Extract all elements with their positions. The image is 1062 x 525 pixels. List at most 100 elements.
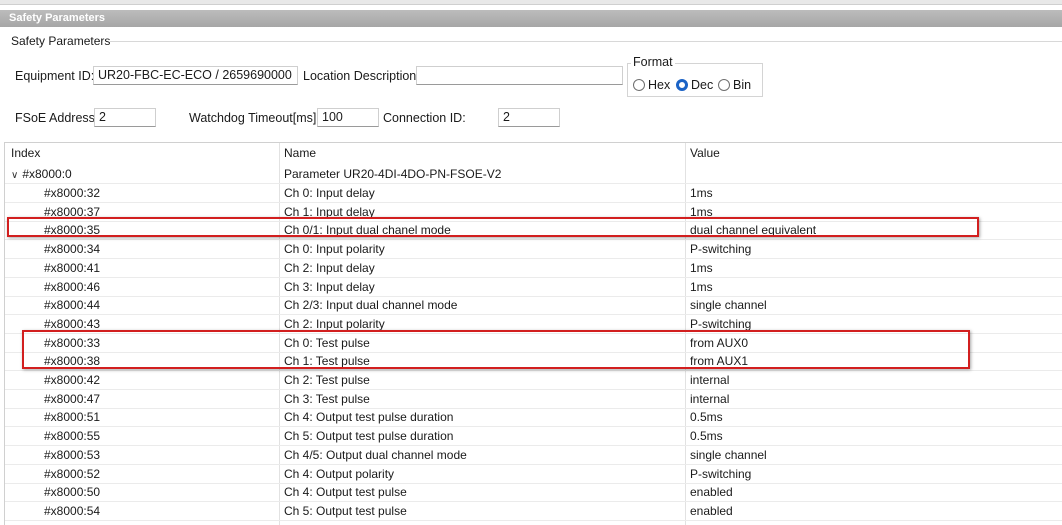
name-cell: Ch 3: Input delay [284, 279, 375, 294]
index-cell: #x8000:44 [44, 298, 101, 313]
value-cell: from AUX0 [690, 335, 749, 350]
value-cell: dual channel equivalent [690, 223, 817, 238]
location-description-label: Location Description: [303, 69, 420, 83]
table-row[interactable]: #x8000:51 Ch 4: Output test pulse duratio… [5, 408, 1062, 428]
index-cell: #x8000:34 [44, 242, 101, 257]
radio-selected-icon [676, 79, 688, 91]
parent-name-cell: Parameter UR20-4DI-4DO-PN-FSOE-V2 [284, 167, 502, 181]
name-cell: Ch 2: Input polarity [284, 316, 385, 331]
section-titlebar: Safety Parameters [0, 10, 1062, 27]
format-hex-radio[interactable]: Hex [633, 78, 670, 92]
name-cell: Ch 3: Test pulse [284, 391, 370, 406]
fsoe-address-label: FSoE Address: [15, 111, 99, 125]
value-cell: P-switching [690, 242, 752, 257]
index-cell: #x8000:42 [44, 373, 101, 387]
chevron-down-icon[interactable]: ∨ [11, 170, 18, 181]
index-cell: #x8000:41 [44, 260, 101, 275]
index-cell: #x8000:32 [44, 186, 101, 200]
table-row[interactable]: #x8000:35 Ch 0/1: Input dual chanel mode d… [5, 221, 1062, 241]
name-cell: Ch 1: Input delay [284, 204, 375, 219]
table-row[interactable]: #x8000:52 Ch 4: Output polarity P-switchin… [5, 465, 1062, 484]
name-cell: Ch 4: Output test pulse [284, 485, 407, 500]
value-cell: 1ms [690, 260, 713, 275]
format-dec-radio[interactable]: Dec [676, 78, 713, 92]
parent-index-cell: ∨ #x8000:0 [11, 165, 72, 185]
name-cell: Ch 5: Output test pulse duration [284, 429, 454, 444]
table-row[interactable]: #x8000:44 Ch 2/3: Input dual channel mode… [5, 296, 1062, 316]
format-hex-label: Hex [648, 78, 671, 92]
table-row-parent[interactable]: ∨ #x8000:0 Parameter UR20-4DI-4DO-PN-FSOE… [5, 165, 1062, 184]
table-row[interactable]: #x8000:54 Ch 5: Output test pulse enabled [5, 502, 1062, 521]
value-cell: single channel [690, 447, 767, 462]
header-value[interactable]: Value [690, 146, 720, 160]
index-cell: #x8000:47 [44, 391, 101, 406]
safety-parameters-panel: Safety Parameters Equipment ID: UR20-FBC… [0, 27, 1062, 525]
table-row[interactable]: #x8000:47 Ch 3: Test pulse internal [5, 390, 1062, 409]
table-row[interactable]: #x8000:46 Ch 3: Input delay 1ms [5, 278, 1062, 297]
header-name[interactable]: Name [284, 146, 316, 160]
index-cell: #x8000:46 [44, 279, 101, 294]
format-dec-label: Dec [691, 78, 714, 92]
watchdog-timeout-field[interactable]: 100 [317, 108, 379, 127]
index-cell: #x8000:33 [44, 335, 101, 350]
value-cell: 1ms [690, 279, 713, 294]
table-row[interactable]: #x8000:53 Ch 4/5: Output dual channel mod… [5, 446, 1062, 465]
table-header: Index Name Value [5, 143, 1062, 167]
index-cell: #x8000:55 [44, 429, 101, 444]
fsoe-address-field[interactable]: 2 [94, 108, 156, 127]
format-bin-label: Bin [733, 78, 752, 92]
window-top-border [0, 0, 1062, 5]
name-cell: Ch 0: Input polarity [284, 242, 385, 257]
value-cell: P-switching [690, 316, 752, 331]
value-cell: enabled [690, 503, 733, 518]
table-row[interactable]: #x8000:43 Ch 2: Input polarity P-switching [5, 315, 1062, 334]
name-cell: Ch 2: Test pulse [284, 373, 370, 387]
index-cell: #x8000:50 [44, 485, 101, 500]
name-cell: Ch 4: Output polarity [284, 466, 395, 481]
name-cell: Ch 0: Input delay [284, 186, 375, 200]
group-label: Safety Parameters [11, 34, 111, 48]
header-index[interactable]: Index [11, 146, 40, 160]
name-cell: Ch 0/1: Input dual chanel mode [284, 223, 451, 238]
name-cell: Ch 0: Test pulse [284, 335, 370, 350]
table-row[interactable]: #x8000:32 Ch 0: Input delay 1ms [5, 184, 1062, 203]
table-row[interactable]: #x8000:41 Ch 2: Input delay 1ms [5, 259, 1062, 278]
location-description-field[interactable] [416, 66, 623, 85]
index-cell: #x8000:37 [44, 204, 101, 219]
name-cell: Ch 2/3: Input dual channel mode [284, 298, 458, 313]
radio-unselected-icon [633, 79, 645, 91]
table-row[interactable]: #x8000:33 Ch 0: Test pulse from AUX0 [5, 334, 1062, 353]
table-row[interactable]: #x8000:38 Ch 1: Test pulse from AUX1 [5, 352, 1062, 372]
radio-unselected-icon [718, 79, 730, 91]
value-cell: 0.5ms [690, 429, 723, 444]
index-cell: #x8000:35 [44, 223, 101, 238]
name-cell: Ch 2: Input delay [284, 260, 375, 275]
connection-id-field[interactable]: 2 [498, 108, 560, 127]
value-cell: internal [690, 391, 730, 406]
table-row[interactable]: #x8000:34 Ch 0: Input polarity P-switching [5, 240, 1062, 260]
name-cell: Ch 4/5: Output dual channel mode [284, 447, 467, 462]
name-cell: Ch 5: Output test pulse [284, 503, 407, 518]
value-cell: single channel [690, 298, 767, 313]
value-cell: internal [690, 373, 730, 387]
index-cell: #x8000:38 [44, 354, 101, 369]
parent-index-text: #x8000:0 [22, 167, 72, 181]
table-row[interactable]: #x8000:42 Ch 2: Test pulse internal [5, 371, 1062, 390]
format-bin-radio[interactable]: Bin [718, 78, 751, 92]
name-cell: Ch 4: Output test pulse duration [284, 410, 454, 425]
value-cell: 1ms [690, 204, 713, 219]
connection-id-label: Connection ID: [383, 111, 466, 125]
index-cell: #x8000:52 [44, 466, 101, 481]
index-cell: #x8000:53 [44, 447, 101, 462]
index-cell: #x8000:51 [44, 410, 101, 425]
value-cell: enabled [690, 485, 733, 500]
parameters-table: Index Name Value ∨ #x8000:0 Parameter UR2… [4, 142, 1062, 525]
table-row[interactable]: #x8000:37 Ch 1: Input delay 1ms [5, 203, 1062, 222]
table-row[interactable]: #x8000:55 Ch 5: Output test pulse duratio… [5, 427, 1062, 447]
index-cell: #x8000:43 [44, 316, 101, 331]
value-cell: P-switching [690, 466, 752, 481]
name-cell: Ch 1: Test pulse [284, 354, 370, 369]
table-row[interactable]: #x8000:50 Ch 4: Output test pulse enabled [5, 483, 1062, 503]
equipment-id-field[interactable]: UR20-FBC-EC-ECO / 2659690000 [93, 66, 298, 85]
index-cell: #x8000:54 [44, 503, 101, 518]
